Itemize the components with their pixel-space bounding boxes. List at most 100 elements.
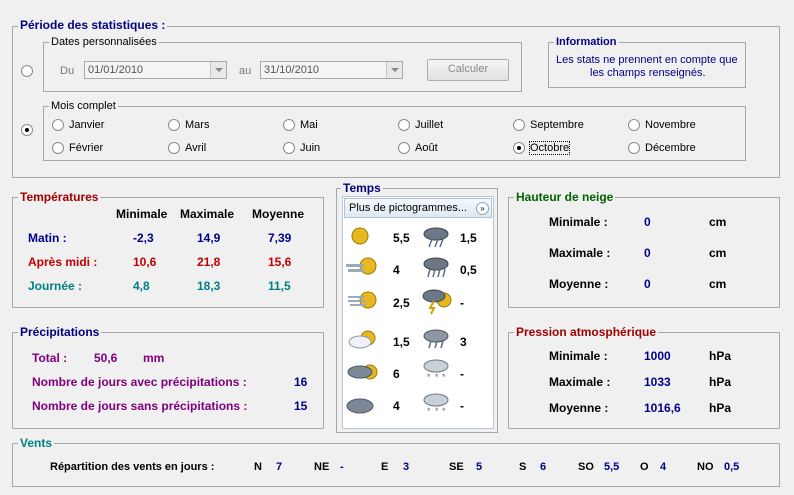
chevron-down-icon[interactable] <box>210 62 226 78</box>
temp-matin-moy: 7,39 <box>268 231 292 245</box>
temp-apresmidi-moy: 15,6 <box>268 255 292 269</box>
precip-total-label: Total : <box>32 351 68 365</box>
cloud-sun-icon <box>348 330 376 349</box>
chevron-double-down-icon[interactable]: » <box>476 202 489 215</box>
month-label-10[interactable]: Octobre <box>528 141 571 155</box>
temp-row-apresmidi-label: Après midi : <box>28 255 98 269</box>
month-label-0[interactable]: Janvier <box>69 119 104 131</box>
month-label-1[interactable]: Mars <box>185 119 209 131</box>
radio-month-9[interactable] <box>398 142 410 154</box>
neige-moy-unit: cm <box>709 277 727 291</box>
temps-left-value-0: 5,5 <box>393 231 410 245</box>
temps-title: Temps <box>341 181 383 195</box>
col-maximale: Maximale <box>180 207 235 221</box>
col-moyenne: Moyenne <box>252 207 305 221</box>
temps-left-value-4: 6 <box>393 367 400 381</box>
pression-max-value: 1033 <box>644 375 671 389</box>
svg-text:*: * <box>442 406 446 416</box>
svg-text:*: * <box>442 372 446 382</box>
neige-title: Hauteur de neige <box>514 190 616 204</box>
month-label-2[interactable]: Mai <box>300 119 318 131</box>
precip-avec-value: 16 <box>294 375 308 389</box>
du-date-value: 01/01/2010 <box>88 64 144 76</box>
sun-icon <box>351 227 369 245</box>
month-label-6[interactable]: Février <box>69 142 103 154</box>
snow-rain-icon: * * * <box>423 359 449 382</box>
vents-title: Vents <box>18 436 55 450</box>
svg-text:*: * <box>427 406 431 416</box>
radio-month-6[interactable] <box>52 142 64 154</box>
heavy-rain-icon <box>423 257 449 278</box>
wind-value-7: 0,5 <box>724 461 740 473</box>
temp-apresmidi-min: 10,6 <box>133 255 157 269</box>
pression-min-label: Minimale : <box>549 349 608 363</box>
temp-row-journee-label: Journée : <box>28 279 83 293</box>
radio-month-10[interactable] <box>513 142 525 154</box>
temp-matin-max: 14,9 <box>197 231 221 245</box>
temperatures-title: Températures <box>18 190 101 204</box>
sun-fog-icon <box>346 257 377 275</box>
precip-sans-value: 15 <box>294 399 308 413</box>
temp-journee-moy: 11,5 <box>268 279 291 293</box>
temps-left-value-3: 1,5 <box>393 335 410 349</box>
wind-dir-2: E <box>381 461 389 473</box>
mois-title: Mois complet <box>49 100 118 112</box>
calculer-button[interactable]: Calculer <box>427 59 509 81</box>
precip-sans-label: Nombre de jours sans précipitations : <box>32 399 248 413</box>
temp-journee-max: 18,3 <box>197 279 221 293</box>
weather-icons: * * * * * * <box>346 227 452 416</box>
neige-max-value: 0 <box>644 246 651 260</box>
temps-right-value-3: 3 <box>460 335 467 349</box>
wind-value-1: - <box>340 461 344 473</box>
month-label-3[interactable]: Juillet <box>415 119 443 131</box>
neige-max-unit: cm <box>709 246 727 260</box>
precip-total-unit: mm <box>143 351 165 365</box>
radio-month-3[interactable] <box>398 119 410 131</box>
col-minimale: Minimale <box>116 207 168 221</box>
pictogrammes-label: Plus de pictogrammes... <box>349 202 467 214</box>
month-label-7[interactable]: Avril <box>185 142 206 154</box>
information-line2: les champs renseignés. <box>590 67 706 79</box>
neige-min-unit: cm <box>709 215 727 229</box>
radio-month-7[interactable] <box>168 142 180 154</box>
month-label-5[interactable]: Novembre <box>645 119 696 131</box>
temps-right-value-5: - <box>460 399 464 413</box>
wind-value-6: 4 <box>660 461 667 473</box>
radio-month-11[interactable] <box>628 142 640 154</box>
svg-text:*: * <box>435 406 439 416</box>
du-date-field[interactable]: 01/01/2010 <box>84 61 227 79</box>
radio-month-2[interactable] <box>283 119 295 131</box>
pictogrammes-dropdown[interactable]: Plus de pictogrammes... » <box>344 198 492 218</box>
neige-moy-label: Moyenne : <box>549 277 609 291</box>
radio-month-5[interactable] <box>628 119 640 131</box>
au-date-field[interactable]: 31/10/2010 <box>260 61 403 79</box>
temps-right-value-0: 1,5 <box>460 231 477 245</box>
month-label-4[interactable]: Septembre <box>530 119 584 131</box>
radio-month-4[interactable] <box>513 119 525 131</box>
radio-mois-complet[interactable] <box>21 124 33 136</box>
neige-moy-value: 0 <box>644 277 651 291</box>
radio-month-8[interactable] <box>283 142 295 154</box>
svg-text:*: * <box>427 372 431 382</box>
chevron-down-icon[interactable] <box>386 62 402 78</box>
radio-dates-personnalisees[interactable] <box>21 65 33 77</box>
radio-month-0[interactable] <box>52 119 64 131</box>
radio-month-1[interactable] <box>168 119 180 131</box>
pression-min-unit: hPa <box>709 349 732 363</box>
dates-title: Dates personnalisées <box>49 36 159 48</box>
thunder-sun-icon <box>422 289 452 315</box>
information-line1: Les stats ne prennent en compte que <box>556 54 738 66</box>
precip-avec-label: Nombre de jours avec précipitations : <box>32 375 247 389</box>
month-label-11[interactable]: Décembre <box>645 142 696 154</box>
temps-right-value-1: 0,5 <box>460 263 477 277</box>
pression-max-unit: hPa <box>709 375 732 389</box>
wind-value-4: 6 <box>540 461 547 473</box>
temps-right-value-4: - <box>460 367 464 381</box>
sun-fog-cloud-icon <box>348 291 377 309</box>
month-label-8[interactable]: Juin <box>300 142 320 154</box>
temps-left-value-1: 4 <box>393 263 400 277</box>
temp-apresmidi-max: 21,8 <box>197 255 221 269</box>
month-label-9[interactable]: Août <box>415 142 438 154</box>
pression-max-label: Maximale : <box>549 375 611 389</box>
precip-total-value: 50,6 <box>94 351 118 365</box>
